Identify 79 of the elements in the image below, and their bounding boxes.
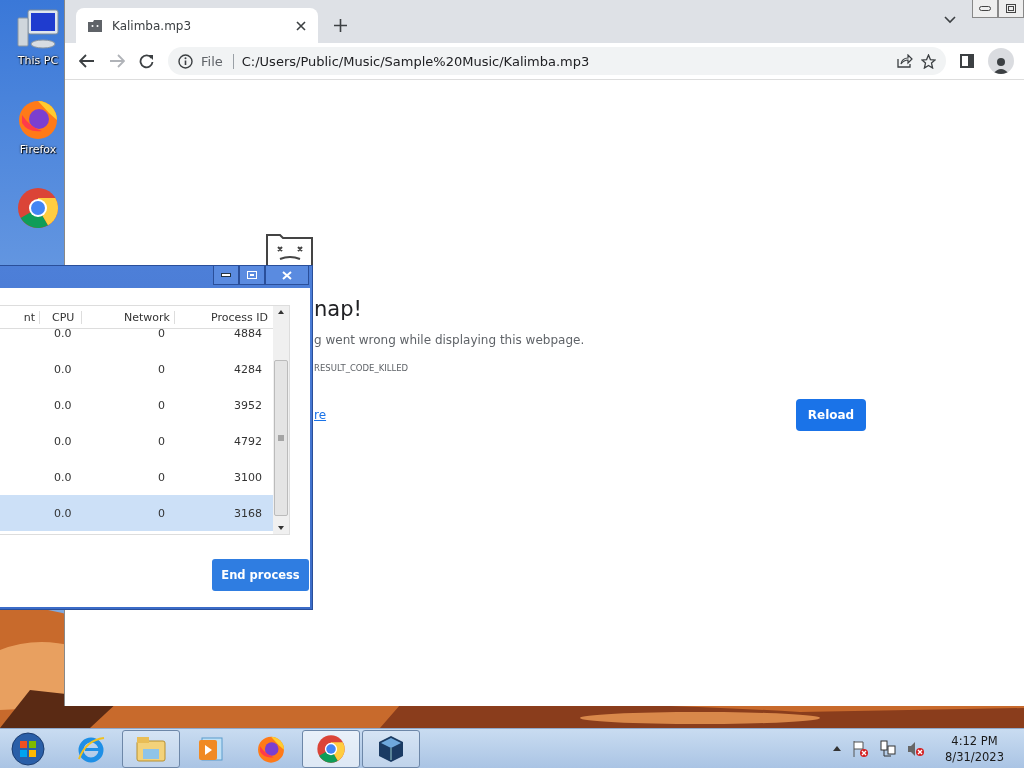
cpu-cell-text: 0.0 bbox=[53, 329, 73, 340]
restore-button[interactable] bbox=[998, 0, 1024, 18]
side-panel-icon[interactable] bbox=[960, 54, 974, 68]
info-icon[interactable] bbox=[178, 53, 193, 69]
learn-more-link[interactable]: re bbox=[314, 408, 327, 422]
column-header[interactable]: nt bbox=[0, 310, 40, 324]
network-cell-text: 0 bbox=[157, 398, 166, 412]
chrome-icon bbox=[16, 186, 60, 230]
url-text: C:/Users/Public/Music/Sample%20Music/Kalimba.mp3 bbox=[241, 53, 591, 69]
cube-icon bbox=[376, 733, 406, 764]
network-cell-text: 0 bbox=[157, 434, 166, 448]
error-code: RESULT_CODE_KILLED bbox=[314, 363, 409, 373]
scheme-label: File bbox=[201, 53, 234, 69]
icon-label[interactable]: This PC bbox=[17, 54, 59, 67]
profile-avatar[interactable] bbox=[988, 48, 1014, 74]
minimize-icon bbox=[221, 273, 231, 277]
process-id-cell-text: 4792 bbox=[233, 434, 263, 448]
start-button[interactable] bbox=[11, 731, 45, 766]
cpu-cell-text: 0.0 bbox=[53, 434, 73, 448]
chrome-icon bbox=[316, 733, 346, 764]
network-icon[interactable] bbox=[879, 739, 898, 758]
column-header[interactable]: Process ID bbox=[175, 310, 273, 324]
computer-icon bbox=[16, 8, 60, 52]
taskbar-button[interactable] bbox=[302, 729, 360, 768]
restore-icon bbox=[1006, 4, 1016, 13]
clock-time: 4:12 PM bbox=[951, 733, 998, 748]
grip-icon bbox=[278, 435, 284, 441]
close-button[interactable] bbox=[265, 266, 309, 285]
process-row[interactable]: 0.0 0 4792 bbox=[0, 423, 273, 459]
network-cell-text: 0 bbox=[157, 362, 166, 376]
process-id-cell-text: 3952 bbox=[233, 398, 263, 412]
taskbar-button[interactable] bbox=[362, 729, 420, 768]
column-header[interactable]: Network bbox=[82, 310, 175, 324]
new-tab-icon[interactable] bbox=[333, 18, 347, 32]
cpu-cell-text: 0.0 bbox=[53, 398, 73, 412]
reload-icon[interactable] bbox=[139, 53, 154, 69]
chevron-down-icon[interactable] bbox=[944, 16, 956, 24]
process-row[interactable]: 0.0 0 4884 bbox=[0, 329, 273, 351]
tab-title: Kalimba.mp3 bbox=[112, 18, 193, 33]
minimize-button[interactable] bbox=[213, 266, 239, 285]
network-cell-text: 0 bbox=[157, 470, 166, 484]
process-row[interactable]: 0.0 0 3100 bbox=[0, 459, 273, 495]
folder-icon bbox=[135, 734, 167, 763]
network-cell-text: 0 bbox=[157, 329, 166, 340]
process-row[interactable]: 0.0 0 4284 bbox=[0, 351, 273, 387]
person-icon bbox=[993, 56, 1009, 74]
share-icon[interactable] bbox=[897, 54, 913, 68]
close-icon bbox=[282, 270, 292, 280]
browser-tab[interactable]: Kalimba.mp3 bbox=[76, 8, 318, 43]
back-icon[interactable] bbox=[79, 54, 95, 68]
error-heading: nap! bbox=[314, 297, 362, 321]
cpu-cell-text: 0.0 bbox=[53, 362, 73, 376]
maximize-button[interactable] bbox=[239, 266, 265, 285]
error-message: g went wrong while displaying this webpage. bbox=[314, 333, 585, 347]
cpu-cell-text: 0.0 bbox=[53, 470, 73, 484]
minimize-icon bbox=[979, 6, 991, 11]
caret-up-icon[interactable] bbox=[833, 746, 842, 751]
network-cell-text: 0 bbox=[157, 506, 166, 520]
process-row[interactable]: 0.0 0 3952 bbox=[0, 387, 273, 423]
close-icon[interactable] bbox=[296, 20, 306, 31]
address-bar[interactable]: File C:/Users/Public/Music/Sample%20Music/Kalimba.mp3 bbox=[168, 47, 946, 75]
end-process-button[interactable]: End process bbox=[212, 559, 309, 591]
flag-error-icon[interactable] bbox=[851, 739, 870, 758]
clock[interactable]: 4:12 PM 8/31/2023 bbox=[945, 733, 1004, 764]
process-id-cell-text: 4884 bbox=[233, 329, 263, 340]
scrollbar[interactable] bbox=[273, 306, 289, 534]
cpu-cell-text: 0.0 bbox=[53, 506, 73, 520]
sad-folder-icon bbox=[88, 19, 102, 32]
process-id-cell-text: 3100 bbox=[233, 470, 263, 484]
column-header[interactable]: CPU bbox=[40, 310, 82, 324]
minimize-button[interactable] bbox=[972, 0, 998, 18]
maximize-icon bbox=[247, 271, 257, 279]
reload-button[interactable]: Reload bbox=[796, 399, 866, 431]
media-player-icon bbox=[198, 735, 224, 762]
process-id-cell-text: 4284 bbox=[233, 362, 263, 376]
clock-date: 8/31/2023 bbox=[945, 749, 1004, 764]
star-icon[interactable] bbox=[921, 53, 936, 69]
process-id-cell-text: 3168 bbox=[233, 506, 263, 520]
process-row[interactable]: 0.0 0 3168 bbox=[0, 495, 273, 531]
